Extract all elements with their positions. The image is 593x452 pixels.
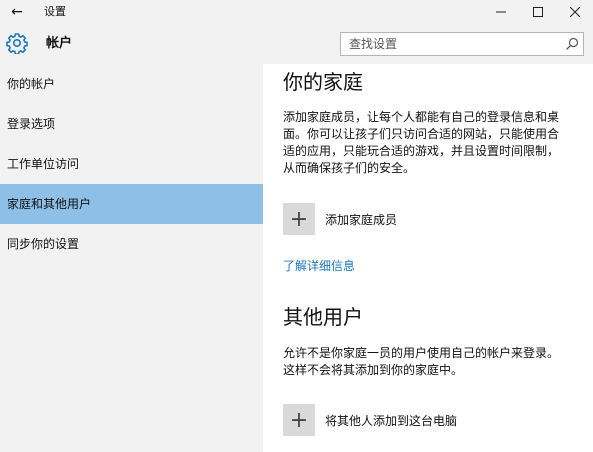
minimize-icon: [496, 11, 506, 13]
family-description-line: 面。你可以让孩子们只访问合适的网站，只能使用合: [283, 127, 560, 141]
plus-icon: +: [283, 404, 315, 436]
search-icon[interactable]: [565, 37, 579, 51]
minimize-button[interactable]: [487, 0, 515, 24]
close-button[interactable]: [561, 0, 589, 24]
plus-icon: +: [283, 203, 315, 235]
add-other-user-label: 将其他人添加到这台电脑: [325, 413, 458, 428]
sidebar-item-your-account[interactable]: 你的帐户: [0, 64, 263, 104]
header: 帐户: [0, 24, 593, 64]
family-description-line: 适的应用，只能玩合适的游戏，并且设置时间限制，: [283, 144, 560, 158]
back-arrow-icon[interactable]: ←: [8, 1, 26, 23]
learn-more-link[interactable]: 了解详细信息: [283, 257, 355, 274]
window-title: 设置: [44, 5, 66, 18]
search-box[interactable]: [340, 32, 584, 56]
other-users-description-line: 允许不是你家庭一员的用户使用自己的帐户来登录。: [283, 346, 560, 360]
family-description-line: 从而确保孩子们的安全。: [283, 161, 416, 175]
close-icon: [570, 7, 580, 17]
page-title: 帐户: [46, 36, 73, 51]
sidebar: 你的帐户 登录选项 工作单位访问 家庭和其他用户 同步你的设置: [0, 64, 263, 452]
family-description: 添加家庭成员，让每个人都能有自己的登录信息和桌 面。你可以让孩子们只访问合适的网…: [283, 109, 583, 177]
search-input[interactable]: [341, 33, 559, 55]
family-section-title: 你的家庭: [283, 70, 363, 94]
other-users-section-title: 其他用户: [283, 305, 363, 329]
maximize-icon: [533, 7, 543, 17]
family-description-line: 添加家庭成员，让每个人都能有自己的登录信息和桌: [283, 110, 560, 124]
sidebar-item-family-other-users[interactable]: 家庭和其他用户: [0, 184, 263, 224]
title-bar: ← 设置: [0, 0, 593, 24]
sidebar-item-work-access[interactable]: 工作单位访问: [0, 144, 263, 184]
sidebar-item-sync-settings[interactable]: 同步你的设置: [0, 224, 263, 264]
gear-icon: [6, 33, 28, 54]
add-family-member-label: 添加家庭成员: [325, 212, 398, 227]
other-users-description: 允许不是你家庭一员的用户使用自己的帐户来登录。 这样不会将其添加到你的家庭中。: [283, 345, 583, 379]
sidebar-item-sign-in-options[interactable]: 登录选项: [0, 104, 263, 144]
add-other-user-button[interactable]: + 将其他人添加到这台电脑: [283, 403, 457, 437]
add-family-member-button[interactable]: + 添加家庭成员: [283, 202, 397, 236]
other-users-description-line: 这样不会将其添加到你的家庭中。: [283, 363, 464, 377]
maximize-button[interactable]: [524, 0, 552, 24]
main-content: 你的家庭 添加家庭成员，让每个人都能有自己的登录信息和桌 面。你可以让孩子们只访…: [263, 64, 593, 452]
